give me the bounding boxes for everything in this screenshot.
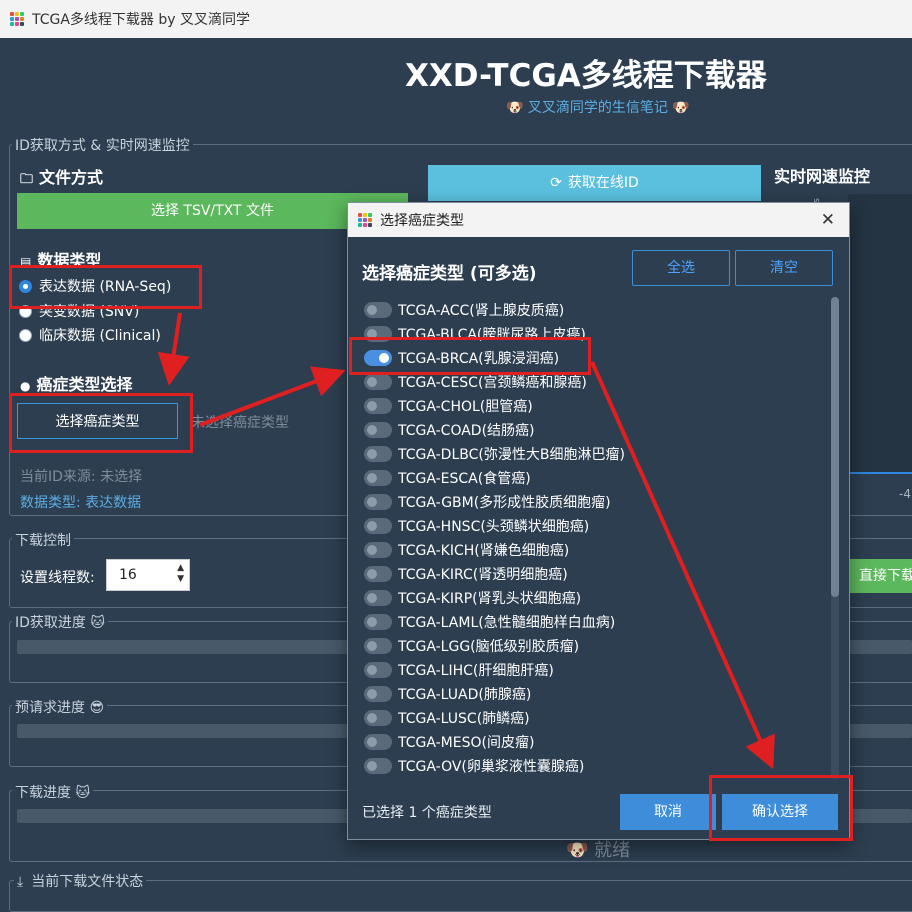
arrow-to-brca	[199, 366, 346, 427]
arrow-to-confirm	[590, 361, 775, 770]
arrow-to-cancer-button	[157, 312, 190, 386]
annotation-arrows	[157, 312, 775, 770]
